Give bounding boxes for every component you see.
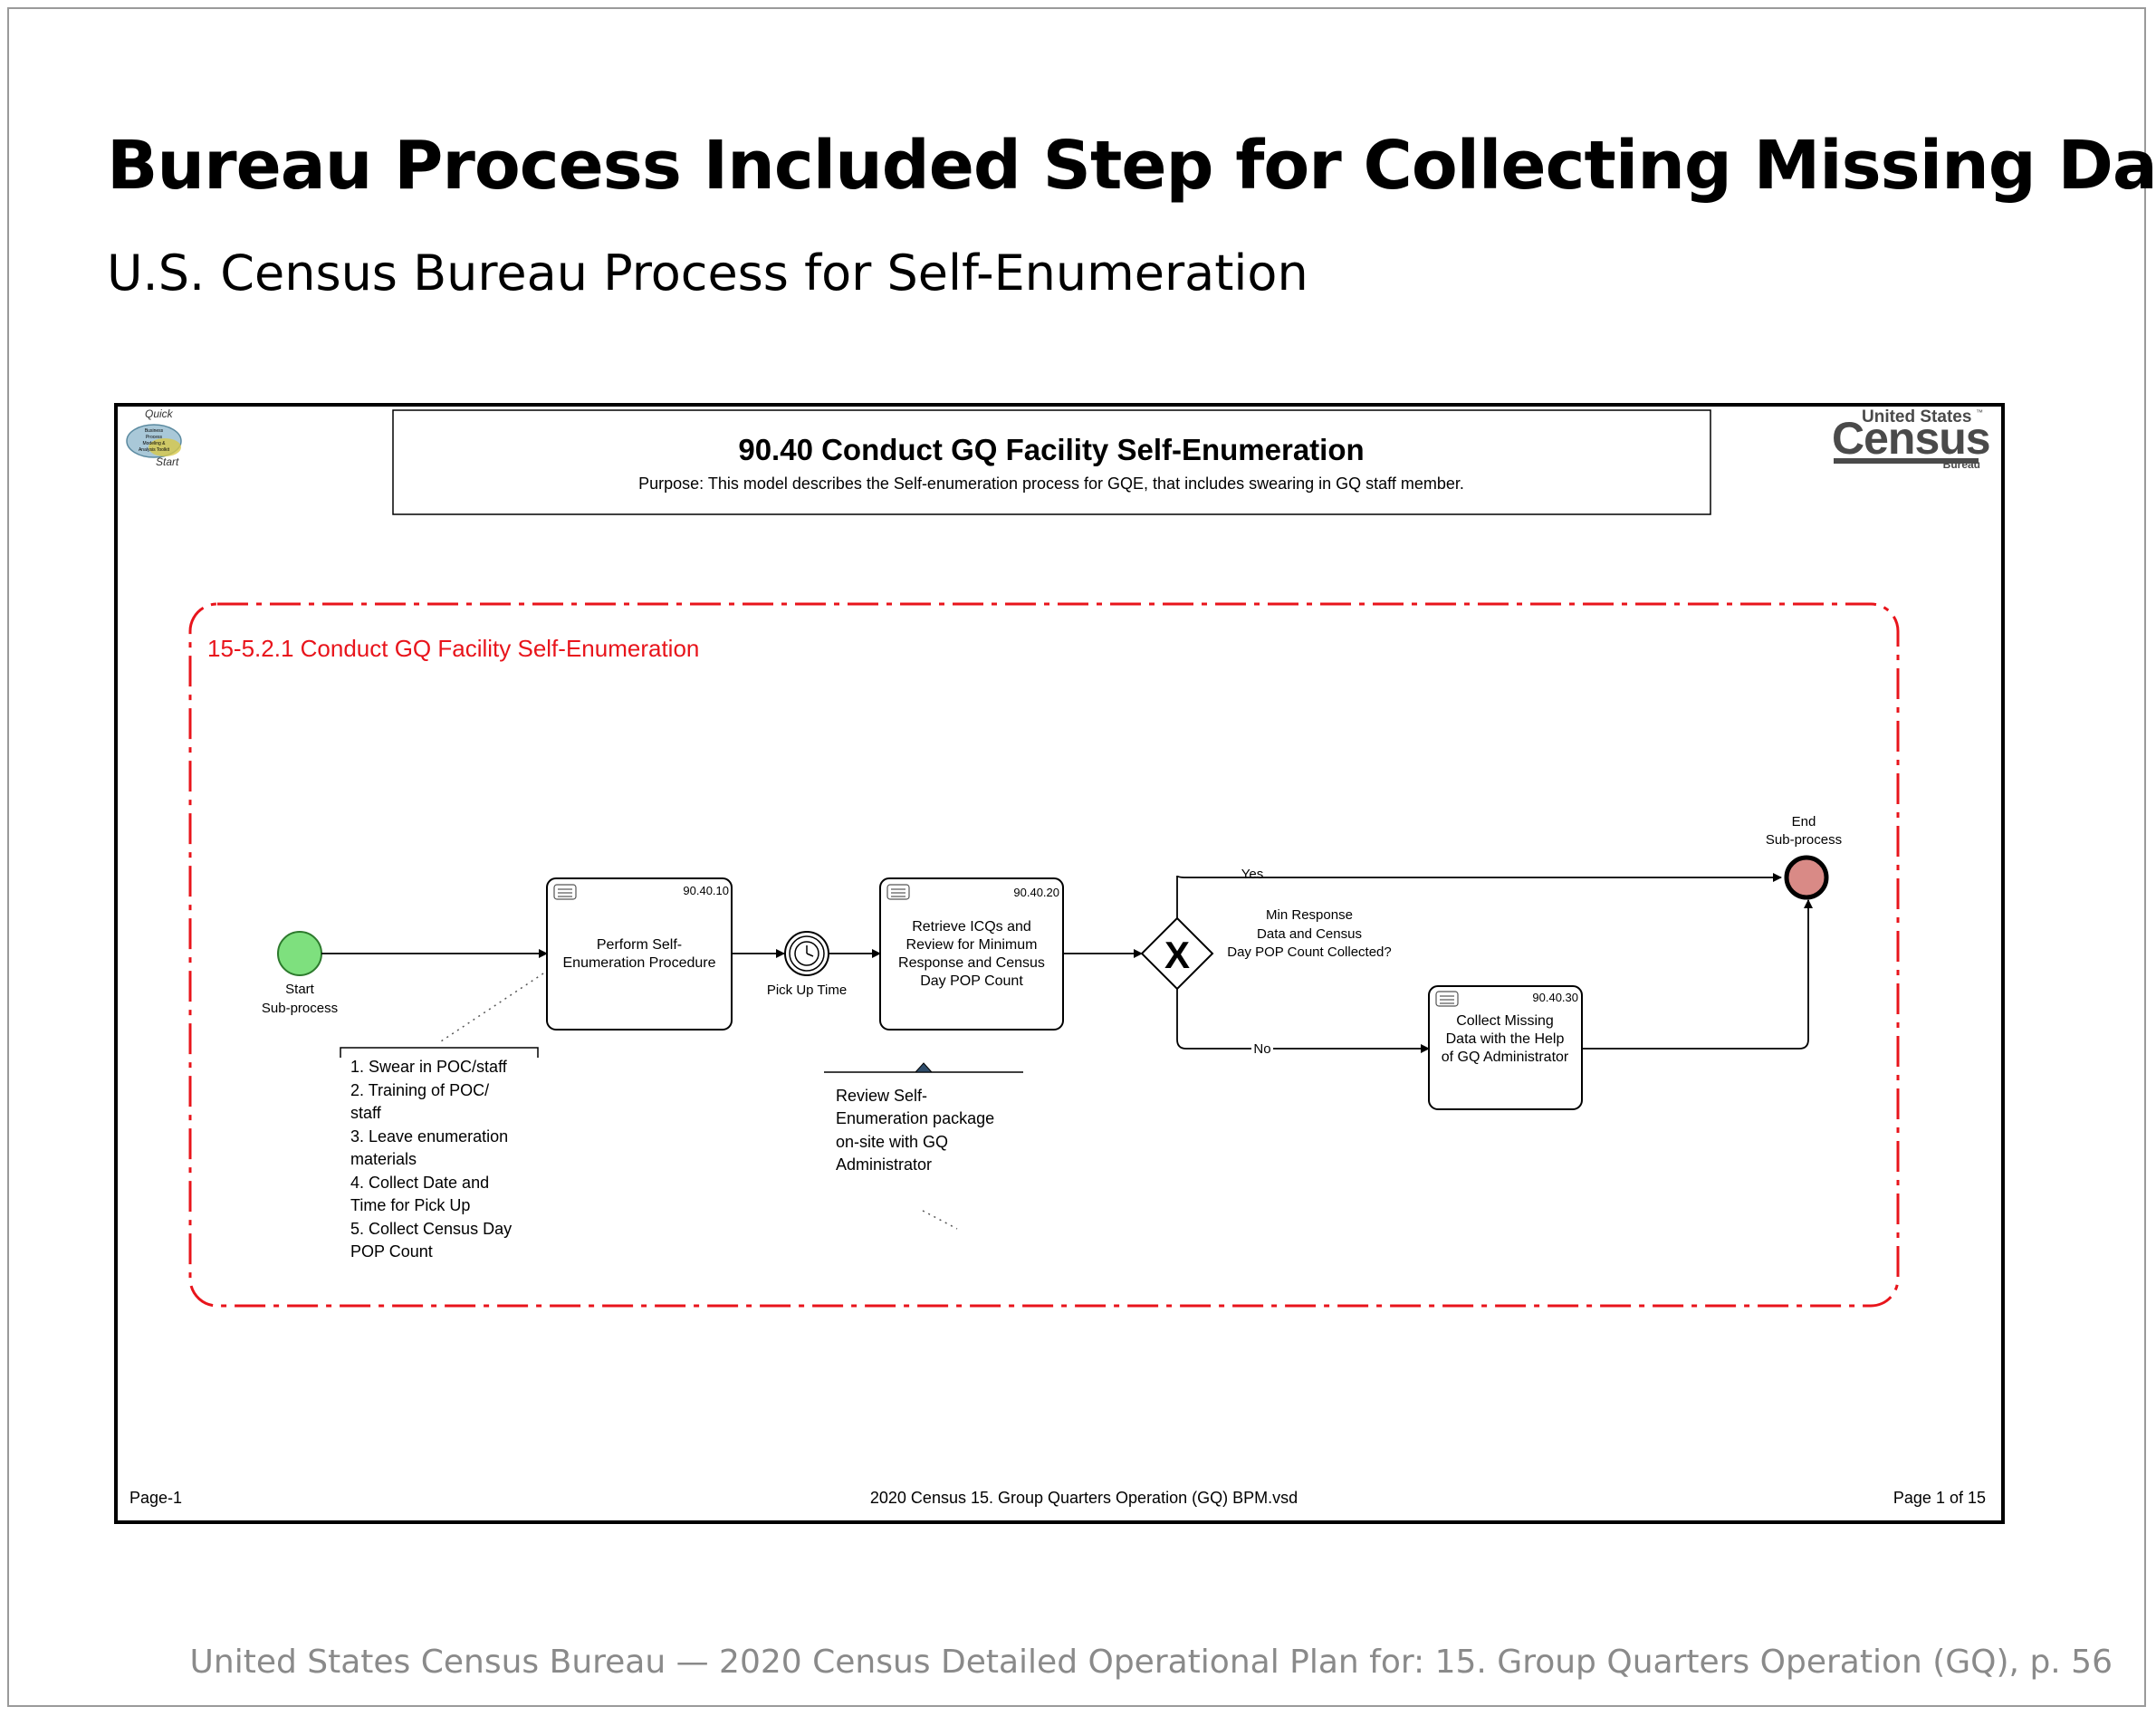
census-logo: United States ™ Census Bureau: [1832, 407, 1991, 471]
svg-text:Bureau: Bureau: [1943, 458, 1980, 471]
svg-text:90.40.20: 90.40.20: [1013, 886, 1059, 899]
svg-text:materials: materials: [350, 1150, 417, 1168]
end-event-label-2: Sub-process: [1766, 832, 1842, 848]
page-center-label: 2020 Census 15. Group Quarters Operation…: [870, 1489, 1298, 1507]
start-event: [277, 931, 322, 976]
page-left-label: Page-1: [129, 1489, 182, 1507]
svg-text:Collect Missing: Collect Missing: [1456, 1013, 1554, 1029]
svg-text:2. Training of POC/: 2. Training of POC/: [350, 1081, 489, 1099]
timer-label: Pick Up Time: [767, 983, 847, 998]
svg-text:Quick: Quick: [145, 407, 174, 420]
svg-text:Administrator: Administrator: [836, 1155, 932, 1174]
clock-icon: [794, 941, 819, 966]
svg-text:staff: staff: [350, 1104, 382, 1122]
process-diagram: Quick Business Process Modeling & Analys…: [114, 403, 2005, 1524]
start-event-label-2: Sub-process: [262, 1001, 338, 1016]
svg-text:Day POP Count: Day POP Count: [920, 973, 1023, 989]
svg-text:5. Collect Census Day: 5. Collect Census Day: [350, 1220, 512, 1238]
svg-text:3. Leave enumeration: 3. Leave enumeration: [350, 1127, 508, 1146]
no-label: No: [1253, 1041, 1270, 1057]
subprocess-label: 15-5.2.1 Conduct GQ Facility Self-Enumer…: [207, 635, 699, 662]
svg-text:Review for Minimum: Review for Minimum: [906, 937, 1038, 953]
task-90-40-20: 90.40.20 Retrieve ICQs and Review for Mi…: [879, 877, 1064, 1031]
gateway-question-3: Day POP Count Collected?: [1227, 944, 1392, 960]
svg-text:Review Self-: Review Self-: [836, 1087, 927, 1105]
end-event: [1784, 855, 1829, 900]
svg-text:Enumeration package: Enumeration package: [836, 1109, 994, 1127]
diagram-purpose: Purpose: This model describes the Self-e…: [638, 475, 1464, 493]
svg-text:X: X: [1164, 934, 1190, 976]
gateway-question-2: Data and Census: [1257, 926, 1362, 942]
svg-text:on-site with GQ: on-site with GQ: [836, 1133, 948, 1151]
svg-text:1. Swear in POC/staff: 1. Swear in POC/staff: [350, 1058, 508, 1076]
svg-text:90.40.10: 90.40.10: [683, 884, 729, 897]
svg-text:Response and Census: Response and Census: [898, 955, 1045, 971]
svg-text:Perform Self-: Perform Self-: [597, 937, 682, 953]
svg-text:Modeling &: Modeling &: [142, 441, 166, 446]
yes-label: Yes: [1241, 867, 1263, 882]
svg-text:Analysis Toolkit: Analysis Toolkit: [139, 447, 170, 453]
svg-text:Business: Business: [145, 428, 164, 434]
start-event-label: Start: [285, 982, 315, 997]
svg-text:POP Count: POP Count: [350, 1242, 433, 1261]
task-90-40-30: 90.40.30 Collect Missing Data with the H…: [1428, 985, 1583, 1110]
svg-text:Census: Census: [1832, 413, 1990, 464]
page-right-label: Page 1 of 15: [1893, 1489, 1986, 1507]
diagram-title: 90.40 Conduct GQ Facility Self-Enumerati…: [738, 433, 1364, 466]
svg-text:Data with the Help: Data with the Help: [1446, 1031, 1565, 1047]
svg-text:Time for Pick Up: Time for Pick Up: [350, 1196, 470, 1214]
svg-text:4. Collect Date and: 4. Collect Date and: [350, 1174, 489, 1192]
svg-text:Process: Process: [146, 435, 163, 440]
timer-event: [784, 931, 829, 976]
svg-text:Retrieve ICQs and: Retrieve ICQs and: [912, 919, 1031, 935]
end-event-label: End: [1792, 814, 1816, 829]
svg-text:90.40.30: 90.40.30: [1532, 991, 1578, 1004]
slide-footer: United States Census Bureau — 2020 Censu…: [189, 1644, 2113, 1681]
task-90-40-10: 90.40.10 Perform Self- Enumeration Proce…: [546, 877, 733, 1031]
svg-text:Enumeration Procedure: Enumeration Procedure: [563, 955, 716, 971]
gateway-question: Min Response: [1266, 907, 1353, 923]
svg-text:Start: Start: [156, 455, 179, 468]
svg-text:of GQ Administrator: of GQ Administrator: [1442, 1050, 1569, 1065]
